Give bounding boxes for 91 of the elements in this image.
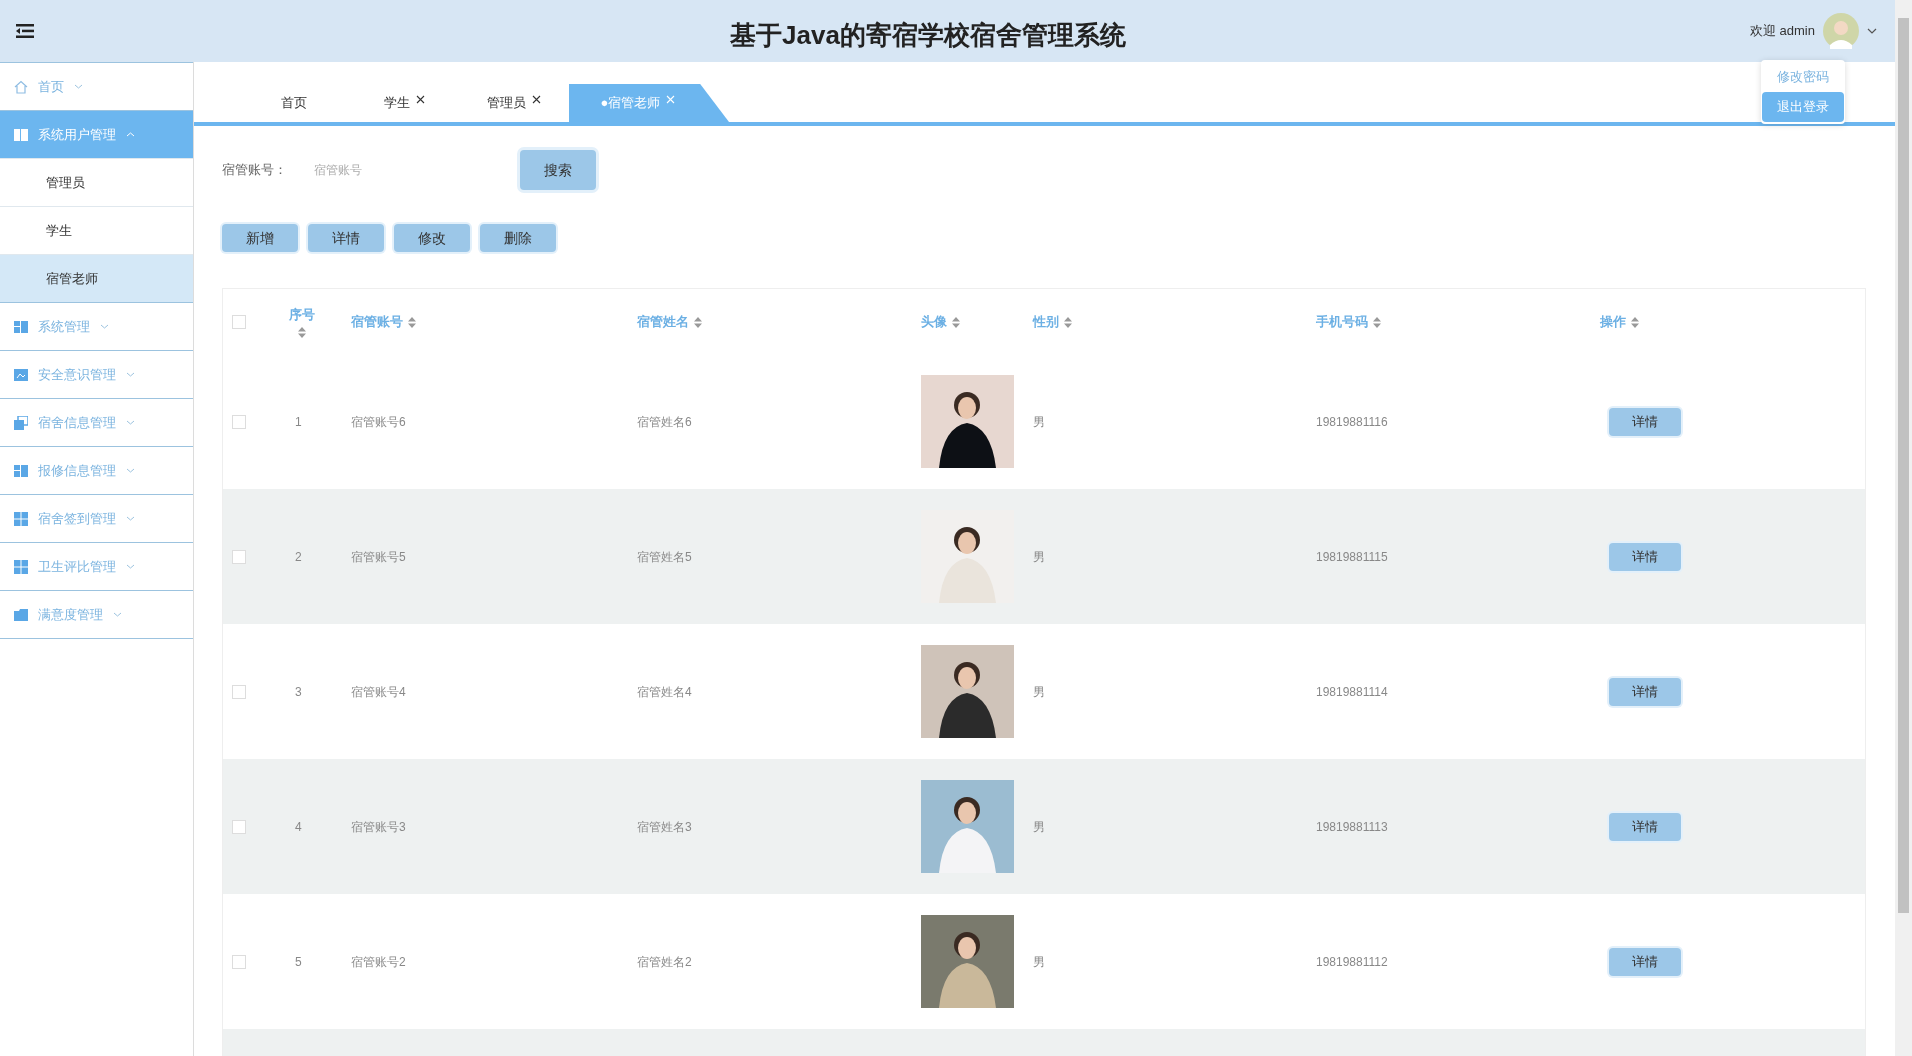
column-header[interactable]: 宿管姓名: [637, 313, 689, 329]
checkbox[interactable]: [232, 819, 246, 834]
checkbox[interactable]: [232, 314, 246, 329]
action-button[interactable]: 详情: [308, 224, 384, 252]
checkbox[interactable]: [232, 414, 246, 429]
menu-item[interactable]: 修改密码: [1762, 62, 1844, 92]
column-header[interactable]: 手机号码: [1316, 313, 1368, 329]
table-cell: 男: [1033, 819, 1045, 834]
search-field[interactable]: 宿管账号: [314, 154, 514, 186]
table-cell: 宿管账号6: [351, 414, 406, 429]
checkbox[interactable]: [232, 549, 246, 564]
table-cell: 19819881115: [1316, 549, 1388, 564]
folder-icon: [14, 607, 28, 622]
scrollbar[interactable]: [1895, 0, 1912, 1056]
details-button[interactable]: 详情: [1609, 407, 1681, 436]
chevron-down-icon: [100, 324, 109, 329]
menu-item[interactable]: 退出登录: [1762, 92, 1844, 122]
table-cell: 19819881114: [1316, 684, 1388, 699]
image-icon: [14, 367, 28, 382]
table-cell: 宿管账号5: [351, 549, 406, 564]
table-cell: 男: [1033, 414, 1045, 429]
details-button[interactable]: 详情: [1609, 542, 1681, 571]
chevron-down-icon: [126, 468, 135, 473]
column-header[interactable]: 操作: [1600, 313, 1626, 329]
tab[interactable]: 学生: [349, 84, 459, 122]
action-button[interactable]: 删除: [480, 224, 556, 252]
sort-icon[interactable]: [1064, 316, 1072, 328]
chevron-down-icon: [126, 420, 135, 425]
table-cell: 宿管姓名4: [637, 684, 692, 699]
table-cell: 宿管账号4: [351, 684, 406, 699]
table-cell: 宿管姓名3: [637, 819, 692, 834]
tab[interactable]: ●宿管老师: [569, 84, 729, 122]
table-cell: 宿管账号2: [351, 954, 406, 969]
details-button[interactable]: 详情: [1609, 947, 1681, 976]
sort-icon[interactable]: [1631, 316, 1639, 328]
sort-icon[interactable]: [952, 316, 960, 328]
close-icon[interactable]: [415, 94, 425, 104]
chevron-down-icon: [113, 612, 122, 617]
sort-icon[interactable]: [1373, 316, 1381, 328]
table-cell: 4: [295, 819, 302, 834]
menu-icon[interactable]: [16, 24, 34, 38]
table-cell: 2: [295, 549, 302, 564]
table-cell: 男: [1033, 684, 1045, 699]
avatar[interactable]: [1823, 13, 1859, 49]
table-cell: 19819881113: [1316, 819, 1388, 834]
search-label: 宿管账号：: [222, 161, 288, 180]
table-cell: 宿管姓名2: [637, 954, 692, 969]
chevron-down-icon: [126, 372, 135, 377]
chevron-down-icon: [126, 516, 135, 521]
column-header[interactable]: 性别: [1033, 313, 1059, 329]
details-button[interactable]: 详情: [1609, 677, 1681, 706]
table-cell: 男: [1033, 954, 1045, 969]
sort-icon[interactable]: [694, 316, 702, 328]
action-button[interactable]: 修改: [394, 224, 470, 252]
table-cell: 男: [1033, 549, 1045, 564]
table-cell: 19819881116: [1316, 414, 1388, 429]
column-header[interactable]: 序号: [289, 305, 315, 325]
search-button[interactable]: 搜索: [520, 150, 596, 190]
home-icon: [14, 79, 28, 94]
chevron-up-icon: [126, 132, 135, 137]
tab[interactable]: 首页: [239, 84, 349, 122]
tab[interactable]: 管理员: [459, 84, 569, 122]
book-icon: [14, 127, 28, 142]
action-button[interactable]: 新增: [222, 224, 298, 252]
table-cell: 宿管姓名6: [637, 414, 692, 429]
table-cell: 宿管账号3: [351, 819, 406, 834]
sidebar-item[interactable]: 系统用户管理: [0, 110, 193, 158]
table-cell: 宿管姓名5: [637, 549, 692, 564]
sort-icon[interactable]: [408, 316, 416, 328]
table-cell: 3: [295, 684, 302, 699]
sidebar-subitem[interactable]: 宿管老师: [0, 254, 193, 302]
checkbox[interactable]: [232, 954, 246, 969]
table-cell: 19819881112: [1316, 954, 1388, 969]
app-title: 基于Java的寄宿学校宿舍管理系统: [730, 19, 1126, 52]
chevron-down-icon: [74, 84, 83, 89]
welcome-text: 欢迎 admin: [1749, 22, 1815, 41]
sort-icon[interactable]: [298, 326, 306, 338]
close-icon[interactable]: [532, 94, 541, 104]
details-button[interactable]: 详情: [1609, 812, 1681, 841]
blocks-icon: [14, 463, 28, 478]
blocks-icon: [14, 319, 28, 334]
table-cell: 5: [295, 954, 302, 969]
column-header[interactable]: 头像: [921, 313, 947, 329]
grid-icon: [14, 511, 28, 526]
grid-icon: [14, 559, 28, 574]
checkbox[interactable]: [232, 684, 246, 699]
table-cell: 1: [295, 414, 302, 429]
chevron-down-icon[interactable]: [1867, 28, 1877, 34]
column-header[interactable]: 宿管账号: [351, 313, 403, 329]
chevron-down-icon: [126, 564, 135, 569]
copy-icon: [14, 415, 28, 430]
